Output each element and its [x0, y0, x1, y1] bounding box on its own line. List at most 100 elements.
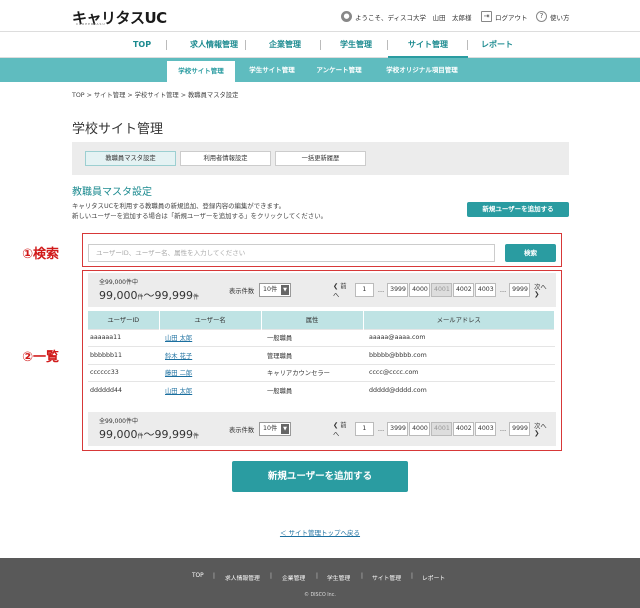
gnav-separator — [166, 40, 167, 50]
subnav-student-site[interactable]: 学生サイト管理 — [240, 58, 304, 82]
help-label: 使い方 — [550, 13, 570, 22]
next-link[interactable]: 次へ ❯ — [534, 421, 553, 437]
footer-link-companies[interactable]: 企業管理 — [282, 573, 305, 582]
page-link[interactable]: 1 — [354, 283, 374, 297]
pagination-bar-top: 全99,000件中 99,000件～99,999件 表示件数 10件 ▼ ❮ 前へ… — [88, 273, 556, 307]
copyright: © DISCO Inc. — [304, 593, 336, 598]
per-page-label: 表示件数 — [229, 427, 255, 434]
page-link[interactable]: 4000 — [409, 283, 431, 297]
footer-link-students[interactable]: 学生管理 — [327, 573, 350, 582]
table-row: aaaaaa11 山田 太郎 一般職員 aaaaa@aaaa.com — [88, 328, 555, 347]
footer: TOP | 求人情報管理 | 企業管理 | 学生管理 | サイト管理 | レポー… — [0, 558, 640, 608]
footer-link-jobs[interactable]: 求人情報管理 — [225, 573, 260, 582]
back-to-site-admin-link[interactable]: ＜ サイト管理トップへ戻る — [0, 527, 640, 537]
page-link[interactable]: 4003 — [474, 283, 496, 297]
cell-user-id: aaaaaa11 — [88, 328, 159, 347]
prev-link[interactable]: ❮ 前へ — [333, 281, 352, 299]
footer-separator: | — [213, 573, 215, 579]
footer-separator: | — [361, 573, 363, 579]
gnav-report[interactable]: レポート — [457, 32, 537, 58]
annotation-list-label: ②一覧 — [22, 350, 60, 365]
tab-bar: 教職員マスタ設定 利用者情報設定 一括更新履歴 — [72, 142, 569, 175]
cell-email: aaaaa@aaaa.com — [363, 328, 555, 347]
chevron-left-icon: ❮ — [333, 422, 339, 429]
footer-link-report[interactable]: レポート — [422, 573, 445, 582]
page-link[interactable]: 4000 — [409, 422, 431, 436]
subnav-school-site[interactable]: 学校サイト管理 — [167, 61, 235, 82]
help-link[interactable]: ? 使い方 — [536, 11, 570, 22]
table-row: bbbbbb11 鈴木 花子 管理職員 bbbbb@bbbb.com — [88, 346, 555, 364]
table-header-row: ユーザーID ユーザー名 属性 メールアドレス — [88, 311, 555, 329]
footer-separator: | — [411, 573, 413, 579]
col-user-name: ユーザー名 — [159, 311, 262, 329]
global-nav: TOP 求人情報管理 企業管理 学生管理 サイト管理 レポート — [0, 31, 640, 58]
cell-user-name: 藤田 二郎 — [159, 363, 261, 382]
sub-nav: 学校サイト管理 学生サイト管理 アンケート管理 学校オリジナル項目管理 — [0, 58, 640, 82]
page-link[interactable]: 4003 — [474, 422, 496, 436]
add-user-button-bottom[interactable]: 新規ユーザーを追加する — [232, 461, 408, 492]
tab-staff-master[interactable]: 教職員マスタ設定 — [85, 151, 176, 166]
page-link[interactable]: 1 — [354, 422, 374, 436]
page-link[interactable]: 9999 — [509, 283, 531, 297]
add-user-button-top[interactable]: 新規ユーザーを追加する — [467, 202, 569, 217]
welcome-label: ようこそ、ディスコ大学 山田 太郎様 — [355, 13, 472, 22]
user-name-link[interactable]: 山田 太郎 — [165, 335, 192, 342]
gnav-jobs[interactable]: 求人情報管理 — [174, 32, 254, 58]
top-header: キャリタスUC CAREERTASU ● ようこそ、ディスコ大学 山田 太郎様 … — [0, 0, 640, 31]
pager: ❮ 前へ 1 … 3999 4000 4001 4002 4003 … 9999… — [330, 420, 556, 438]
subnav-original-items[interactable]: 学校オリジナル項目管理 — [374, 58, 470, 82]
ellipsis: … — [499, 286, 507, 294]
per-page-select[interactable]: 10件 ▼ — [259, 422, 291, 436]
user-name-link[interactable]: 藤田 二郎 — [165, 370, 192, 377]
page-current: 4001 — [431, 283, 452, 297]
chevron-down-icon: ▼ — [281, 424, 289, 434]
ellipsis: … — [377, 286, 385, 294]
user-name-link[interactable]: 山田 太郎 — [165, 388, 192, 395]
cell-user-id: cccccc33 — [88, 363, 159, 382]
cell-email: cccc@cccc.com — [363, 363, 555, 382]
page-link[interactable]: 4002 — [452, 422, 474, 436]
gnav-students[interactable]: 学生管理 — [316, 32, 396, 58]
search-input[interactable]: ユーザーID、ユーザー名、属性を入力してください — [88, 244, 495, 262]
tab-user-info[interactable]: 利用者情報設定 — [180, 151, 271, 166]
chevron-right-icon: ❯ — [534, 430, 540, 437]
subnav-survey[interactable]: アンケート管理 — [309, 58, 369, 82]
page-link[interactable]: 9999 — [509, 422, 531, 436]
range-count: 99,000件～99,999件 — [99, 428, 200, 441]
footer-link-site[interactable]: サイト管理 — [372, 573, 401, 582]
page-link[interactable]: 3999 — [387, 283, 409, 297]
search-button[interactable]: 検索 — [505, 244, 556, 262]
cell-user-id: bbbbbb11 — [88, 346, 159, 364]
prev-link[interactable]: ❮ 前へ — [333, 420, 352, 438]
chevron-left-icon: ❮ — [333, 283, 339, 290]
logo-subtext: CAREERTASU — [76, 22, 106, 26]
next-link[interactable]: 次へ ❯ — [534, 282, 553, 298]
footer-link-top[interactable]: TOP — [192, 573, 204, 579]
pager: ❮ 前へ 1 … 3999 4000 4001 4002 4003 … 9999… — [330, 281, 556, 299]
cell-email: ddddd@dddd.com — [363, 381, 555, 399]
cell-attribute: 一般職員 — [261, 328, 363, 347]
gnav-site[interactable]: サイト管理 — [388, 32, 468, 58]
col-email: メールアドレス — [363, 311, 555, 329]
cell-email: bbbbb@bbbb.com — [363, 346, 555, 364]
page-link[interactable]: 4002 — [452, 283, 474, 297]
ellipsis: … — [377, 425, 385, 433]
cell-attribute: キャリアカウンセラー — [261, 363, 363, 382]
gnav-top[interactable]: TOP — [102, 32, 182, 58]
user-icon: ● — [341, 11, 352, 22]
user-table: ユーザーID ユーザー名 属性 メールアドレス aaaaaa11 山田 太郎 一… — [88, 311, 555, 399]
logout-link[interactable]: ⇥ ログアウト — [481, 11, 528, 22]
cell-attribute: 管理職員 — [261, 346, 363, 364]
page-link[interactable]: 3999 — [387, 422, 409, 436]
table-row: dddddd44 山田 太郎 一般職員 ddddd@dddd.com — [88, 381, 555, 399]
per-page-select[interactable]: 10件 ▼ — [259, 283, 291, 297]
user-name-link[interactable]: 鈴木 花子 — [165, 353, 192, 360]
gnav-companies[interactable]: 企業管理 — [245, 32, 325, 58]
logout-label: ログアウト — [495, 13, 528, 22]
section-title: 教職員マスタ設定 — [72, 187, 152, 198]
per-page-label: 表示件数 — [229, 288, 255, 295]
pagination-bar-bottom: 全99,000件中 99,000件～99,999件 表示件数 10件 ▼ ❮ 前へ… — [88, 412, 556, 446]
tab-bulk-history[interactable]: 一括更新履歴 — [275, 151, 366, 166]
total-count: 全99,000件中 — [99, 418, 138, 425]
cell-user-name: 鈴木 花子 — [159, 346, 261, 364]
